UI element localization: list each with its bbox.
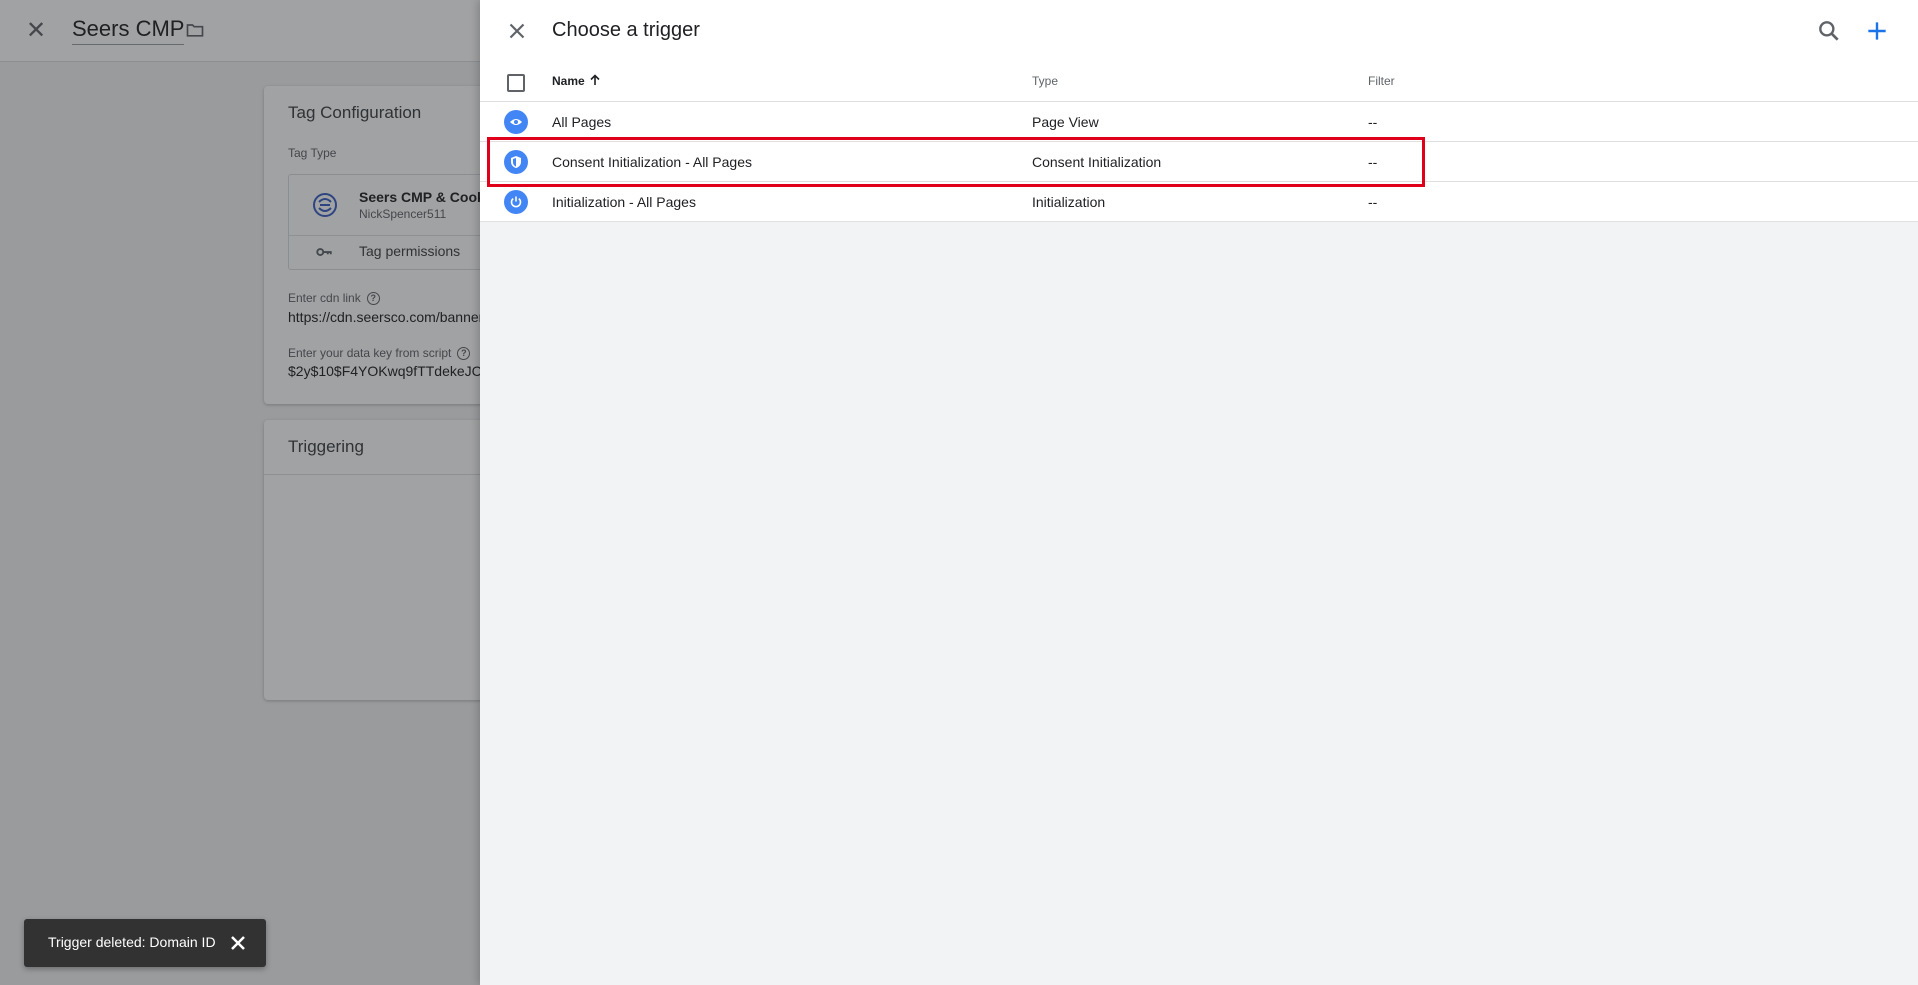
- add-icon[interactable]: [1864, 18, 1890, 44]
- column-header-filter[interactable]: Filter: [1368, 74, 1395, 88]
- trigger-row[interactable]: Initialization - All Pages Initializatio…: [480, 182, 1918, 222]
- trigger-row[interactable]: All Pages Page View --: [480, 102, 1918, 142]
- trigger-type: Page View: [1032, 114, 1099, 130]
- table-header: Name Type Filter: [480, 62, 1918, 102]
- trigger-name: All Pages: [552, 114, 612, 130]
- trigger-type: Initialization: [1032, 194, 1106, 210]
- panel-title: Choose a trigger: [552, 19, 700, 41]
- choose-trigger-panel: Choose a trigger Name Type Filter All Pa…: [480, 0, 1918, 985]
- snackbar-close-icon[interactable]: [226, 931, 250, 955]
- trigger-table: Name Type Filter All Pages Page View -- …: [480, 62, 1918, 222]
- sort-ascending-icon: [590, 74, 600, 85]
- select-all-checkbox[interactable]: [507, 74, 525, 92]
- trigger-filter: --: [1368, 194, 1378, 210]
- snackbar-message: Trigger deleted: Domain ID: [48, 934, 216, 950]
- trigger-type: Consent Initialization: [1032, 154, 1162, 170]
- column-header-name[interactable]: Name: [552, 74, 601, 88]
- shield-icon: [504, 150, 528, 174]
- trigger-filter: --: [1368, 114, 1378, 130]
- eye-icon: [504, 110, 528, 134]
- search-icon[interactable]: [1816, 18, 1842, 44]
- trigger-row[interactable]: Consent Initialization - All Pages Conse…: [480, 142, 1918, 182]
- trigger-filter: --: [1368, 154, 1378, 170]
- trigger-name: Initialization - All Pages: [552, 194, 696, 210]
- trigger-name: Consent Initialization - All Pages: [552, 154, 752, 170]
- panel-header: Choose a trigger: [480, 0, 1918, 62]
- column-header-name-text: Name: [552, 74, 585, 88]
- column-header-type[interactable]: Type: [1032, 74, 1058, 88]
- power-icon: [504, 190, 528, 214]
- close-icon[interactable]: [504, 18, 530, 44]
- snackbar: Trigger deleted: Domain ID: [24, 919, 266, 967]
